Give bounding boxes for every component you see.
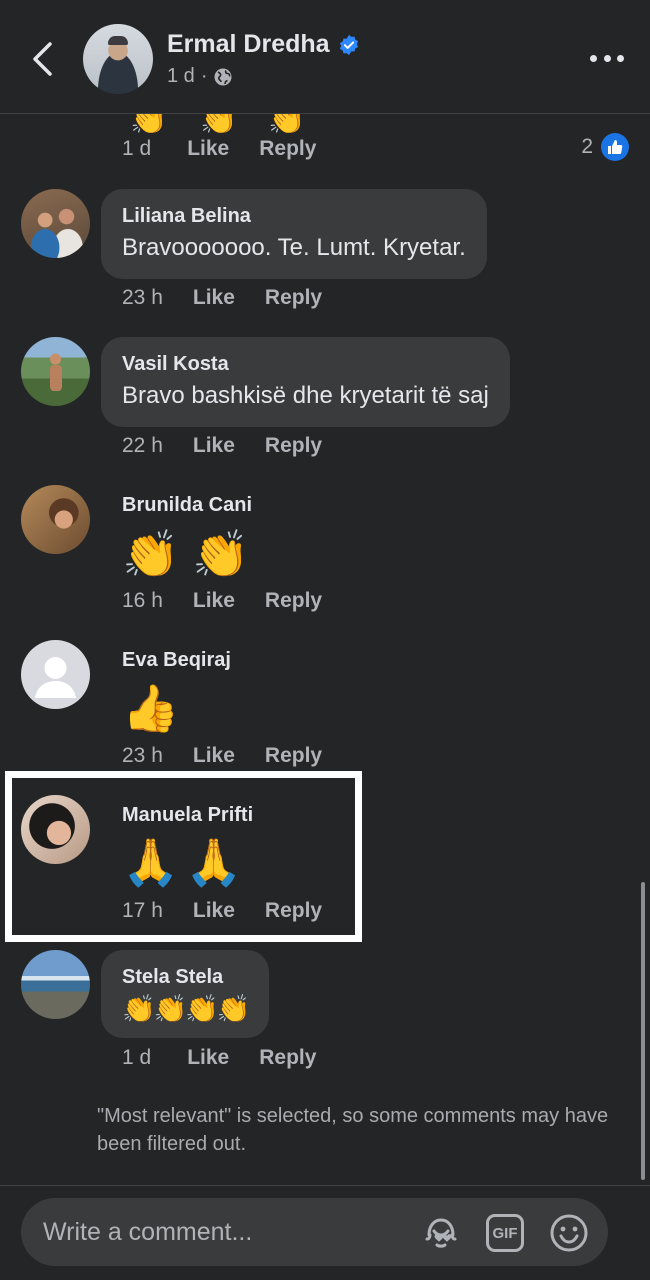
reaction-count: 2 [581,135,593,158]
comment-actions: 22 h Like Reply [122,434,322,458]
like-button[interactable]: Like [187,1046,229,1070]
author-name[interactable]: Ermal Dredha [167,30,360,59]
comment-text: Bravo bashkisë dhe kryetarit të saj [122,382,489,409]
author-avatar[interactable] [83,24,153,94]
comment-time: 16 h [122,589,163,612]
comment-emoji: 👏 👏 [122,528,250,580]
comment-time: 23 h [122,286,163,309]
comment-actions: 16 h Like Reply [122,589,322,613]
comment-author[interactable]: Liliana Belina [122,203,466,229]
like-button[interactable]: Like [193,744,235,768]
gif-button[interactable]: GIF [484,1212,526,1254]
avatar[interactable] [21,950,90,1019]
avatar-sticker-icon [425,1218,457,1248]
filter-note: "Most relevant" is selected, so some com… [97,1105,609,1155]
reply-button[interactable]: Reply [259,1046,316,1070]
comment-time: 1 d [122,1046,152,1069]
avatar[interactable] [21,485,90,554]
comment-bubble[interactable]: Liliana Belina Bravooooooo. Te. Lumt. Kr… [101,189,487,279]
emoji-button[interactable] [548,1212,590,1254]
dot-icon [603,54,611,62]
like-button[interactable]: Like [193,434,235,458]
gif-label: GIF [492,1224,518,1242]
comment-author[interactable]: Eva Beqiraj [122,647,231,673]
comment-actions: 23 h Like Reply [122,744,322,768]
post-meta: 1 d · [167,65,233,88]
comment-emoji: 👏👏👏👏 [122,994,250,1024]
more-options-button[interactable] [590,48,624,68]
comment-time: 22 h [122,434,163,457]
comment-time: 17 h [122,899,163,922]
chevron-left-icon [33,42,52,76]
comment-emoji: 👍 [122,682,180,734]
reaction-summary[interactable]: 2 [581,133,629,161]
like-button[interactable]: Like [193,899,235,923]
composer-bar: Write a comment... GIF [0,1185,650,1280]
avatar[interactable] [21,189,90,258]
default-avatar-icon[interactable] [21,640,90,709]
comment-time: 23 h [122,744,163,767]
dot-icon [590,54,597,62]
verified-badge-icon [339,34,358,55]
comment-author[interactable]: Brunilda Cani [122,492,252,518]
reply-button[interactable]: Reply [265,286,322,310]
reply-button[interactable]: Reply [259,137,316,161]
dot-icon [617,54,624,62]
scrollbar[interactable] [641,882,645,1180]
comment-emoji: 🙏🙏 [122,836,249,888]
comment-text: Bravooooooo. Te. Lumt. Kryetar. [122,234,466,261]
reply-button[interactable]: Reply [265,899,322,923]
avatar[interactable] [21,337,90,406]
comments-list: 👏 👏 👏 1 d Like Reply 2 Liliana Belina Br… [0,0,650,1185]
like-button[interactable]: Like [193,589,235,613]
reply-button[interactable]: Reply [265,589,322,613]
comment-bubble[interactable]: Vasil Kosta Bravo bashkisë dhe kryetarit… [101,337,510,427]
comment-time: 1 d [122,137,152,160]
post-time: 1 d [167,65,195,87]
thumbs-up-icon [601,133,629,161]
comment-actions: 23 h Like Reply [122,286,322,310]
like-button[interactable]: Like [187,137,229,161]
comment-actions: 17 h Like Reply [122,899,322,923]
smiley-icon [550,1214,588,1252]
avatar-sticker-button[interactable] [420,1212,462,1254]
comment-input-placeholder: Write a comment... [43,1217,253,1246]
reply-button[interactable]: Reply [265,434,322,458]
comment-input[interactable]: Write a comment... GIF [21,1198,608,1266]
globe-icon [214,68,232,85]
comment-author[interactable]: Stela Stela [122,964,248,990]
author-name-text: Ermal Dredha [167,30,330,58]
comment-author[interactable]: Manuela Prifti [122,802,253,828]
composer-actions: GIF [420,1212,590,1254]
reply-button[interactable]: Reply [265,744,322,768]
gif-icon: GIF [486,1214,524,1252]
avatar[interactable] [21,795,90,864]
comment-bubble[interactable]: Stela Stela 👏👏👏👏 [101,950,270,1038]
comment-author[interactable]: Vasil Kosta [122,351,489,377]
back-button[interactable] [22,36,62,82]
comment-actions: 1 d Like Reply [122,1046,316,1070]
meta-separator: · [200,65,208,87]
post-header: Ermal Dredha 1 d · [0,0,650,114]
like-button[interactable]: Like [193,286,235,310]
comment-actions: 1 d Like Reply [122,137,316,161]
